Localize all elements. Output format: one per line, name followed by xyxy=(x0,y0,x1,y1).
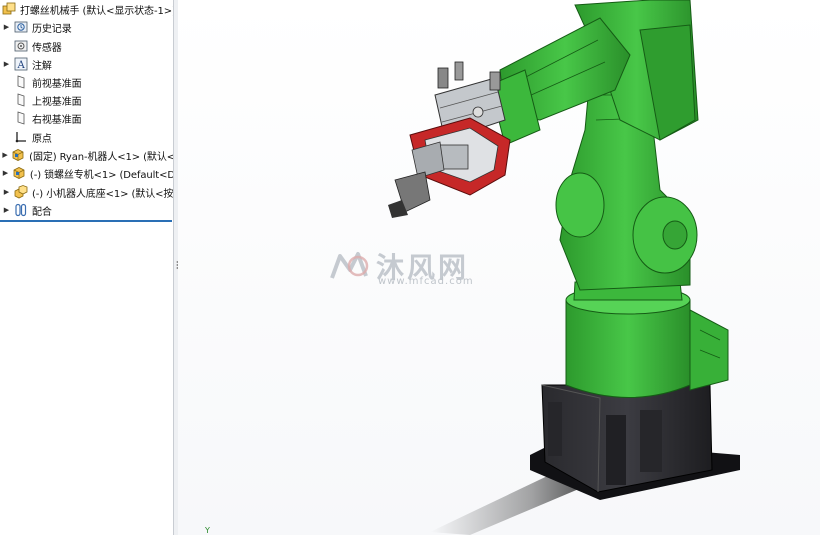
triad-y-label: Y xyxy=(205,526,210,535)
feature-manager-tree: 打螺丝机械手 (默认<显示状态-1>) ▶ 历史记录 传感器 ▶ A 注解 前视… xyxy=(0,0,176,535)
tree-item-label: 注解 xyxy=(32,60,52,72)
robot-base-stand xyxy=(530,384,740,500)
tree-item-robot-base[interactable]: ▶ (-) 小机器人底座<1> (默认<按 xyxy=(0,183,175,201)
origin-icon xyxy=(14,130,28,144)
expand-arrow-icon[interactable]: ▶ xyxy=(2,23,11,31)
plane-icon xyxy=(14,75,28,89)
tree-item-label: (-) 锁螺丝专机<1> (Default<D xyxy=(29,169,175,181)
history-icon xyxy=(14,20,28,34)
plane-icon xyxy=(14,93,28,107)
end-effector-screw-tool xyxy=(388,61,511,218)
tree-item-label: (-) 小机器人底座<1> (默认<按 xyxy=(32,188,174,200)
tree-item-sensors[interactable]: 传感器 xyxy=(0,37,175,55)
svg-text:A: A xyxy=(17,60,26,71)
mfcad-logo-icon xyxy=(330,252,369,279)
tree-root-assembly[interactable]: 打螺丝机械手 (默认<显示状态-1>) xyxy=(0,0,175,18)
expand-arrow-icon[interactable]: ▶ xyxy=(2,60,11,68)
mates-icon xyxy=(14,203,28,217)
part-icon xyxy=(12,166,26,180)
tree-item-label: 传感器 xyxy=(32,42,62,54)
tree-item-top-plane[interactable]: 上视基准面 xyxy=(0,91,175,109)
part-icon xyxy=(11,148,25,162)
assembly-icon xyxy=(2,2,16,16)
graphics-viewport[interactable]: 沐风网 www.mfcad.com xyxy=(178,0,820,535)
tree-item-label: 历史记录 xyxy=(32,23,72,35)
view-triad: Y xyxy=(205,526,210,535)
expand-arrow-icon[interactable]: ▶ xyxy=(2,151,8,159)
tree-item-label: 配合 xyxy=(32,206,52,218)
tree-item-mates[interactable]: ▶ 配合 xyxy=(0,201,175,219)
tree-item-label: 前视基准面 xyxy=(32,78,82,90)
tree-item-label: (固定) Ryan-机器人<1> (默认< xyxy=(29,151,175,163)
tree-item-label: 原点 xyxy=(32,133,52,145)
tree-item-front-plane[interactable]: 前视基准面 xyxy=(0,73,175,91)
plane-icon xyxy=(14,111,28,125)
annotation-icon: A xyxy=(14,57,28,71)
robot-base-column xyxy=(565,281,729,398)
tree-item-annotations[interactable]: ▶ A 注解 xyxy=(0,55,175,73)
tree-root-label: 打螺丝机械手 (默认<显示状态-1>) xyxy=(20,5,176,17)
tree-item-right-plane[interactable]: 右视基准面 xyxy=(0,109,175,127)
expand-arrow-icon[interactable]: ▶ xyxy=(2,188,11,196)
tree-item-origin[interactable]: 原点 xyxy=(0,128,175,146)
sensor-icon xyxy=(14,39,28,53)
rollback-bar[interactable] xyxy=(0,220,172,222)
robot-model-render[interactable] xyxy=(178,0,820,535)
tree-item-ryan-robot[interactable]: ▶ (固定) Ryan-机器人<1> (默认< xyxy=(0,146,175,164)
expand-arrow-icon[interactable]: ▶ xyxy=(2,169,9,177)
expand-arrow-icon[interactable]: ▶ xyxy=(2,206,11,214)
tree-item-label: 上视基准面 xyxy=(32,96,82,108)
watermark-logo: 沐风网 www.mfcad.com xyxy=(328,246,473,287)
watermark-url: www.mfcad.com xyxy=(378,276,474,287)
tree-item-label: 右视基准面 xyxy=(32,114,82,126)
subassembly-icon xyxy=(14,185,28,199)
tree-item-history[interactable]: ▶ 历史记录 xyxy=(0,18,175,36)
tree-item-screw-machine[interactable]: ▶ (-) 锁螺丝专机<1> (Default<D xyxy=(0,164,175,182)
